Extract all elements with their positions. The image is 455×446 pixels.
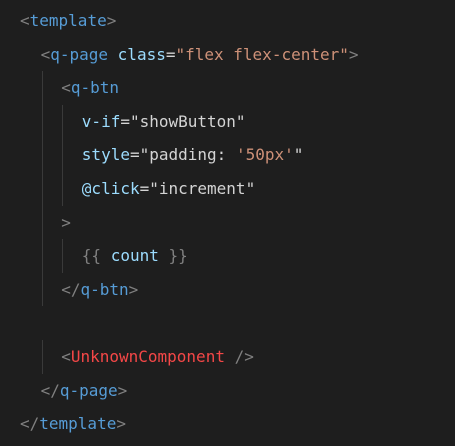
- code-token: =: [120, 111, 130, 131]
- code-line-content: </q-btn>: [20, 280, 138, 299]
- indent-guide: [62, 171, 64, 206]
- code-token: @click: [81, 178, 140, 198]
- code-token: "showButton": [129, 111, 246, 131]
- code-token: {{: [81, 246, 111, 266]
- code-token: <: [61, 346, 71, 366]
- code-token: template: [39, 414, 117, 434]
- indent-guide: [62, 138, 64, 172]
- code-token: >: [128, 279, 139, 299]
- code-line-content: </q-page>: [20, 380, 128, 400]
- code-token: =: [129, 145, 140, 165]
- code-token: <: [40, 44, 51, 64]
- code-token: "increment": [149, 178, 256, 198]
- code-token: >: [117, 380, 128, 400]
- code-line[interactable]: <q-page class="flex flex-center">: [20, 38, 359, 72]
- code-area[interactable]: <template> <q-page class="flex flex-cente…: [20, 4, 359, 441]
- code-token: <: [61, 78, 71, 98]
- indent-guide: [41, 138, 43, 172]
- code-line[interactable]: <template>: [20, 4, 359, 38]
- indent-guide: [41, 205, 43, 240]
- code-token: >: [116, 414, 126, 434]
- indent-guide: [41, 104, 43, 139]
- code-token: =: [139, 178, 150, 198]
- code-token: ": [293, 145, 304, 165]
- code-line-content: {{ count }}: [20, 246, 188, 265]
- code-token: "flex flex-center": [175, 44, 349, 64]
- code-token: q-btn: [70, 78, 119, 98]
- code-token: />: [224, 346, 254, 366]
- indent-guide: [62, 104, 64, 139]
- code-line[interactable]: </template>: [20, 407, 359, 441]
- code-line-content: v-if="showButton": [20, 112, 246, 131]
- code-line[interactable]: <q-btn: [20, 71, 359, 105]
- code-line[interactable]: <UnknownComponent />: [20, 339, 359, 374]
- code-token: </: [20, 414, 40, 434]
- code-token: >: [106, 11, 117, 30]
- code-line-content: <UnknownComponent />: [20, 347, 254, 366]
- code-token: >: [61, 212, 71, 232]
- code-line-content: @click="increment": [20, 179, 255, 198]
- indent-guide: [41, 272, 43, 307]
- code-line-content: <q-page class="flex flex-center">: [20, 45, 359, 64]
- code-token: template: [29, 11, 107, 30]
- code-token: count: [110, 246, 159, 266]
- code-editor[interactable]: <template> <q-page class="flex flex-cente…: [0, 0, 455, 446]
- code-line-content: <template>: [20, 11, 116, 30]
- code-line[interactable]: {{ count }}: [20, 239, 359, 273]
- code-token: q-page: [50, 44, 109, 64]
- code-line[interactable]: [20, 306, 359, 340]
- code-token: </: [40, 380, 60, 400]
- code-token: v-if: [81, 111, 121, 131]
- code-token: "padding:: [139, 145, 236, 165]
- code-line-content: </template>: [20, 414, 126, 433]
- code-token: '50px': [235, 145, 294, 165]
- code-line-content: >: [20, 213, 71, 232]
- code-token: style: [81, 145, 130, 165]
- code-line[interactable]: >: [20, 205, 359, 240]
- code-token: <: [20, 11, 30, 30]
- code-token: }}: [158, 246, 188, 266]
- code-line[interactable]: </q-btn>: [20, 272, 359, 307]
- code-line[interactable]: v-if="showButton": [20, 104, 359, 139]
- code-token: UnknownComponent: [70, 346, 225, 366]
- indent-guide: [41, 339, 43, 374]
- code-line-content: <q-btn: [20, 78, 119, 97]
- indent-guide: [62, 239, 64, 273]
- code-line[interactable]: @click="increment": [20, 171, 359, 206]
- code-line[interactable]: </q-page>: [20, 374, 359, 408]
- code-token: q-page: [59, 380, 118, 400]
- code-token: </: [61, 279, 81, 299]
- code-line[interactable]: style="padding: '50px'": [20, 138, 359, 172]
- code-token: >: [348, 44, 359, 64]
- code-token: q-btn: [80, 279, 129, 299]
- indent-guide: [41, 239, 43, 273]
- code-token: class: [117, 44, 166, 64]
- indent-guide: [41, 71, 43, 105]
- indent-guide: [41, 171, 43, 206]
